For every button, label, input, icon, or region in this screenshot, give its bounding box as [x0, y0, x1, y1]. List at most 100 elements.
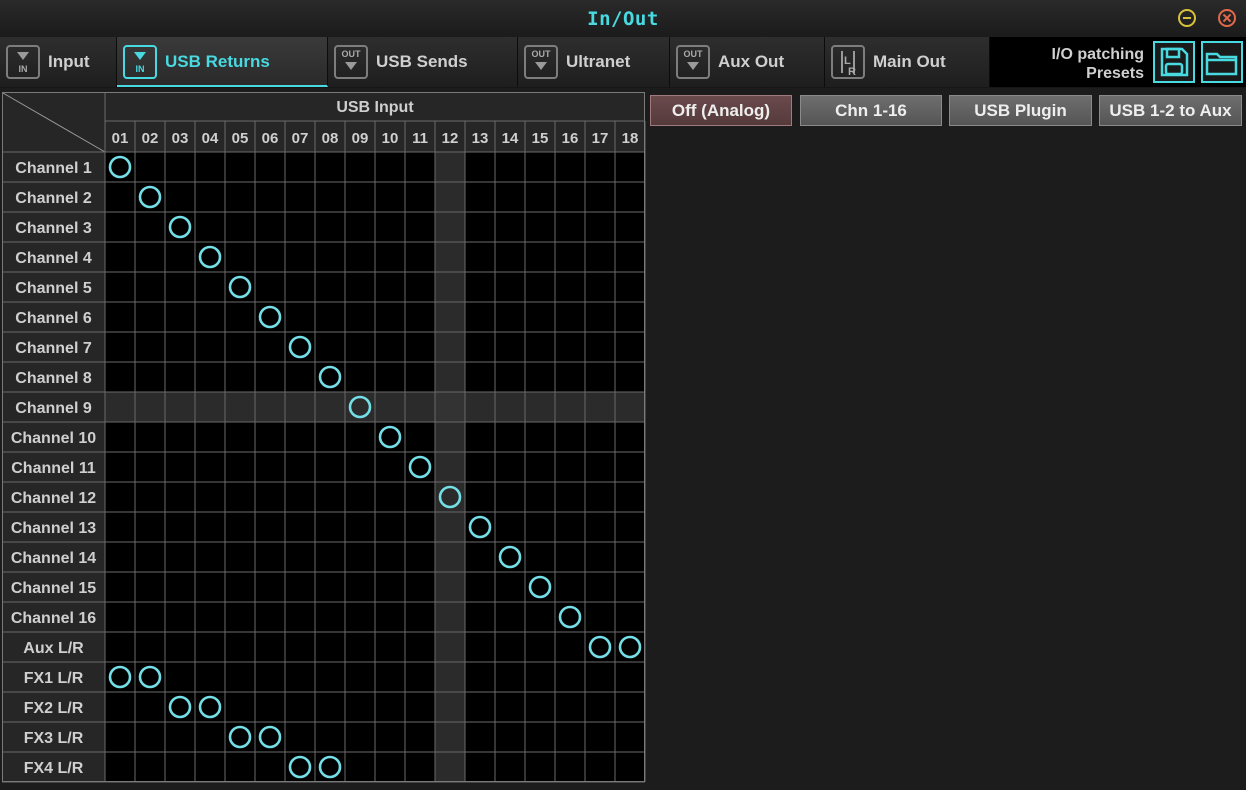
- patch-cell[interactable]: [255, 242, 285, 272]
- patch-cell[interactable]: [165, 482, 195, 512]
- patch-cell[interactable]: [435, 542, 465, 572]
- patch-cell[interactable]: [555, 692, 585, 722]
- patch-cell[interactable]: [315, 272, 345, 302]
- patch-cell[interactable]: [135, 242, 165, 272]
- patch-cell[interactable]: [495, 692, 525, 722]
- patch-cell[interactable]: [435, 152, 465, 182]
- patch-cell[interactable]: [405, 602, 435, 632]
- patch-cell[interactable]: [495, 512, 525, 542]
- patch-cell[interactable]: [405, 632, 435, 662]
- patch-cell[interactable]: [225, 152, 255, 182]
- patch-cell[interactable]: [375, 182, 405, 212]
- patch-cell[interactable]: [435, 212, 465, 242]
- patch-cell[interactable]: [165, 392, 195, 422]
- patch-cell[interactable]: [525, 272, 555, 302]
- patch-cell[interactable]: [135, 452, 165, 482]
- patch-cell[interactable]: [525, 722, 555, 752]
- patch-cell[interactable]: [435, 692, 465, 722]
- patch-cell[interactable]: [285, 422, 315, 452]
- patch-cell[interactable]: [375, 722, 405, 752]
- patch-cell[interactable]: [315, 632, 345, 662]
- patch-cell[interactable]: [375, 512, 405, 542]
- patch-cell[interactable]: [435, 422, 465, 452]
- patch-cell[interactable]: [225, 332, 255, 362]
- patch-cell[interactable]: [405, 392, 435, 422]
- patch-cell[interactable]: [195, 512, 225, 542]
- patch-cell[interactable]: [135, 542, 165, 572]
- patch-cell[interactable]: [195, 182, 225, 212]
- patch-cell[interactable]: [225, 452, 255, 482]
- patch-cell[interactable]: [285, 542, 315, 572]
- patch-cell[interactable]: [375, 632, 405, 662]
- patch-cell[interactable]: [585, 572, 615, 602]
- patch-cell[interactable]: [345, 182, 375, 212]
- patch-cell[interactable]: [135, 512, 165, 542]
- patch-cell[interactable]: [555, 722, 585, 752]
- patch-cell[interactable]: [525, 542, 555, 572]
- patch-cell[interactable]: [585, 422, 615, 452]
- patch-cell[interactable]: [255, 392, 285, 422]
- patch-cell[interactable]: [225, 362, 255, 392]
- patch-cell[interactable]: [345, 362, 375, 392]
- patch-cell[interactable]: [405, 242, 435, 272]
- close-icon[interactable]: [1218, 9, 1236, 27]
- patch-cell[interactable]: [255, 512, 285, 542]
- patch-cell[interactable]: [525, 602, 555, 632]
- patch-cell[interactable]: [615, 602, 645, 632]
- patch-cell[interactable]: [555, 542, 585, 572]
- patch-cell[interactable]: [135, 332, 165, 362]
- patch-cell[interactable]: [135, 482, 165, 512]
- patch-cell[interactable]: [435, 452, 465, 482]
- patch-cell[interactable]: [225, 302, 255, 332]
- patch-cell[interactable]: [345, 272, 375, 302]
- patch-cell[interactable]: [105, 362, 135, 392]
- mode-off-analog-button[interactable]: Off (Analog): [650, 95, 792, 126]
- patch-cell[interactable]: [435, 272, 465, 302]
- patch-cell[interactable]: [225, 242, 255, 272]
- patch-cell[interactable]: [135, 302, 165, 332]
- patch-cell[interactable]: [615, 242, 645, 272]
- patch-cell[interactable]: [165, 602, 195, 632]
- patch-cell[interactable]: [525, 242, 555, 272]
- patch-cell[interactable]: [585, 662, 615, 692]
- patch-cell[interactable]: [255, 602, 285, 632]
- patch-cell[interactable]: [345, 752, 375, 782]
- patch-cell[interactable]: [495, 572, 525, 602]
- patch-cell[interactable]: [285, 392, 315, 422]
- patch-cell[interactable]: [195, 272, 225, 302]
- patch-cell[interactable]: [465, 692, 495, 722]
- patch-cell[interactable]: [105, 482, 135, 512]
- patch-cell[interactable]: [525, 182, 555, 212]
- patch-cell[interactable]: [585, 272, 615, 302]
- patch-cell[interactable]: [585, 722, 615, 752]
- patch-cell[interactable]: [345, 332, 375, 362]
- patch-cell[interactable]: [285, 182, 315, 212]
- patch-cell[interactable]: [405, 182, 435, 212]
- patch-cell[interactable]: [135, 602, 165, 632]
- patch-cell[interactable]: [105, 722, 135, 752]
- patch-cell[interactable]: [585, 362, 615, 392]
- patch-cell[interactable]: [525, 392, 555, 422]
- patch-cell[interactable]: [285, 512, 315, 542]
- patch-cell[interactable]: [615, 182, 645, 212]
- patch-cell[interactable]: [105, 272, 135, 302]
- patch-cell[interactable]: [405, 332, 435, 362]
- patch-cell[interactable]: [255, 662, 285, 692]
- patch-cell[interactable]: [315, 422, 345, 452]
- tab-aux-out[interactable]: OUT Aux Out: [670, 37, 825, 87]
- patch-cell[interactable]: [285, 272, 315, 302]
- patch-cell[interactable]: [555, 452, 585, 482]
- patch-cell[interactable]: [135, 632, 165, 662]
- patch-cell[interactable]: [105, 212, 135, 242]
- patch-cell[interactable]: [135, 272, 165, 302]
- patch-cell[interactable]: [345, 302, 375, 332]
- patch-cell[interactable]: [435, 752, 465, 782]
- patch-cell[interactable]: [435, 332, 465, 362]
- patch-cell[interactable]: [345, 662, 375, 692]
- patch-cell[interactable]: [585, 512, 615, 542]
- patch-cell[interactable]: [105, 242, 135, 272]
- patch-cell[interactable]: [135, 422, 165, 452]
- patch-cell[interactable]: [195, 212, 225, 242]
- patch-cell[interactable]: [405, 752, 435, 782]
- patch-cell[interactable]: [165, 332, 195, 362]
